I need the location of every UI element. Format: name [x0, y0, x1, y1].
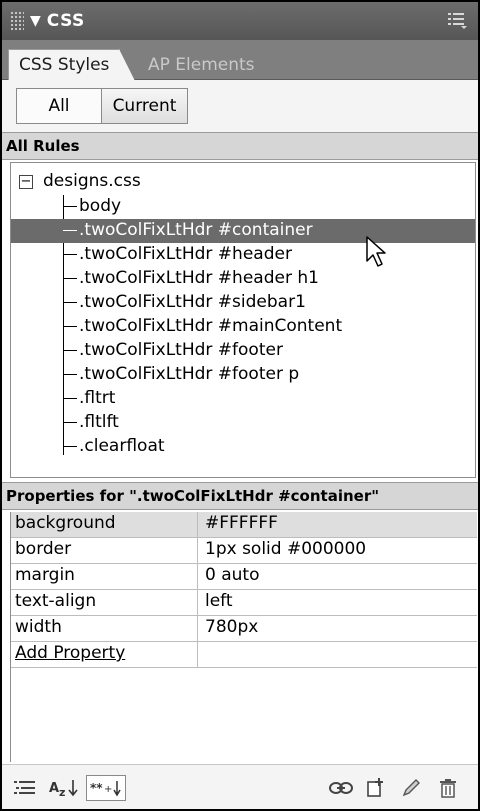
- category-view-icon[interactable]: [12, 775, 38, 801]
- property-name: background: [15, 513, 116, 533]
- tab-css-styles[interactable]: CSS Styles: [8, 49, 136, 81]
- rule-label: .twoColFixLtHdr #footer: [79, 340, 283, 360]
- delete-css-rule-icon[interactable]: [434, 775, 462, 801]
- all-mode-button[interactable]: All: [16, 88, 102, 124]
- svg-text:z: z: [59, 786, 65, 798]
- property-name: margin: [15, 565, 75, 585]
- rules-tree[interactable]: − designs.css body .twoColFixLtHdr #cont…: [10, 162, 476, 478]
- attach-stylesheet-icon[interactable]: [328, 775, 354, 801]
- alphabetical-view-icon[interactable]: A z: [48, 775, 82, 801]
- property-row[interactable]: width 780px: [11, 616, 477, 642]
- rule-label: .fltrt: [79, 388, 116, 408]
- properties-grid[interactable]: background #FFFFFF border 1px solid #000…: [10, 512, 477, 762]
- rule-label: .twoColFixLtHdr #footer p: [79, 364, 300, 384]
- panel-options-menu-icon[interactable]: [448, 12, 468, 30]
- rule-label: .fltlft: [79, 412, 119, 432]
- rule-item[interactable]: .twoColFixLtHdr #footer p: [11, 363, 475, 387]
- css-panel: ▼ CSS CSS Styles AP Elements All Current…: [0, 0, 480, 811]
- stylesheet-name: designs.css: [43, 171, 141, 191]
- rule-label: body: [79, 196, 122, 216]
- new-css-rule-icon[interactable]: [362, 775, 388, 801]
- panel-title-bar[interactable]: ▼ CSS: [2, 2, 478, 40]
- rule-item-selected[interactable]: .twoColFixLtHdr #container: [11, 219, 475, 243]
- property-value[interactable]: 1px solid #000000: [205, 539, 366, 559]
- add-property-row[interactable]: Add Property: [11, 642, 477, 668]
- view-toggle-bar: All Current: [2, 80, 478, 132]
- property-row[interactable]: background #FFFFFF: [11, 512, 477, 538]
- properties-header: Properties for ".twoColFixLtHdr #contain…: [2, 482, 478, 510]
- rule-label: .clearfloat: [79, 436, 165, 456]
- rule-item[interactable]: .twoColFixLtHdr #sidebar1: [11, 291, 475, 315]
- edit-style-icon[interactable]: [398, 775, 424, 801]
- property-value[interactable]: 0 auto: [205, 565, 259, 585]
- collapse-toggle-icon[interactable]: −: [19, 175, 33, 189]
- rule-label: .twoColFixLtHdr #header h1: [79, 268, 319, 288]
- rule-label: .twoColFixLtHdr #header: [79, 244, 292, 264]
- bottom-toolbar: A z ** +: [2, 764, 478, 809]
- rule-label: .twoColFixLtHdr #sidebar1: [79, 292, 306, 312]
- svg-text:**: **: [90, 781, 103, 795]
- collapse-triangle-icon[interactable]: ▼: [30, 13, 41, 29]
- panel-title: CSS: [46, 11, 85, 31]
- rule-item[interactable]: .twoColFixLtHdr #mainContent: [11, 315, 475, 339]
- svg-text:A: A: [49, 781, 59, 796]
- rule-item[interactable]: .twoColFixLtHdr #footer: [11, 339, 475, 363]
- rule-item[interactable]: .clearfloat: [11, 435, 475, 459]
- all-rules-header[interactable]: All Rules: [2, 132, 478, 160]
- property-name: border: [15, 539, 72, 559]
- rule-label: .twoColFixLtHdr #mainContent: [79, 316, 343, 336]
- property-name: width: [15, 617, 62, 637]
- rule-item[interactable]: .fltlft: [11, 411, 475, 435]
- set-properties-view-icon[interactable]: ** +: [86, 775, 126, 801]
- tab-ap-elements[interactable]: AP Elements: [138, 49, 265, 80]
- property-name: text-align: [15, 591, 97, 611]
- tab-bar: CSS Styles AP Elements: [2, 40, 478, 81]
- property-row[interactable]: border 1px solid #000000: [11, 538, 477, 564]
- current-mode-button[interactable]: Current: [102, 88, 188, 124]
- add-property-link[interactable]: Add Property: [15, 643, 125, 663]
- panel-grip-icon[interactable]: [10, 11, 24, 31]
- property-row[interactable]: text-align left: [11, 590, 477, 616]
- property-value[interactable]: #FFFFFF: [205, 513, 278, 533]
- mouse-pointer-icon: [366, 236, 386, 267]
- rule-label: .twoColFixLtHdr #container: [79, 220, 313, 240]
- rule-item[interactable]: .twoColFixLtHdr #header h1: [11, 267, 475, 291]
- rule-item[interactable]: .twoColFixLtHdr #header: [11, 243, 475, 267]
- property-row[interactable]: margin 0 auto: [11, 564, 477, 590]
- svg-text:+: +: [104, 784, 112, 795]
- rule-item[interactable]: .fltrt: [11, 387, 475, 411]
- property-value[interactable]: left: [205, 591, 233, 611]
- property-value[interactable]: 780px: [205, 617, 258, 637]
- rule-item[interactable]: body: [11, 195, 475, 219]
